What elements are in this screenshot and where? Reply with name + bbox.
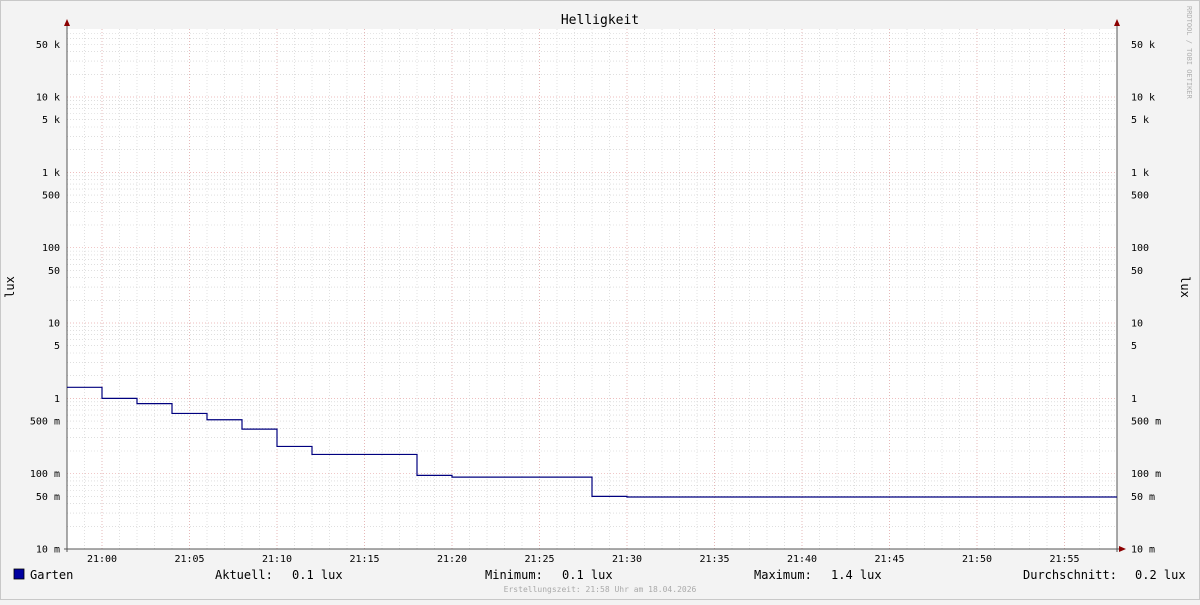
series-point: [626, 496, 628, 498]
x-tick-label: 21:55: [1049, 554, 1079, 565]
y-tick-label-right: 100: [1131, 243, 1149, 254]
series-point: [171, 413, 173, 415]
stat-current-label: Aktuell:: [215, 568, 273, 582]
series-point: [276, 446, 278, 448]
y-tick-label-right: 10 m: [1131, 545, 1155, 556]
stat-current-value: 0.1 lux: [292, 568, 343, 582]
x-tick-label: 21:45: [874, 554, 904, 565]
footer-timestamp: Erstellungszeit: 21:58 Uhr am 18.04.2026: [504, 585, 697, 594]
x-tick-label: 21:10: [262, 554, 292, 565]
x-tick-label: 21:05: [174, 554, 204, 565]
legend-color-box: [13, 568, 25, 580]
y-tick-label-right: 50 k: [1131, 40, 1155, 51]
y-axis-label-right: lux: [1178, 276, 1192, 298]
y-tick-label-left: 100: [42, 243, 60, 254]
x-tick-label: 21:50: [962, 554, 992, 565]
chart-canvas: 21:00 21:05 21:10 21:15 21:20 21:25 21:30 21:35…: [0, 0, 1200, 600]
grid: [67, 29, 1117, 550]
watermark: RRDTOOL / TOBI OETIKER: [1185, 6, 1193, 100]
series-point: [416, 475, 418, 477]
y-tick-label-right: 1 k: [1131, 168, 1149, 179]
series-point: [66, 387, 68, 389]
y-tick-label-right: 500 m: [1131, 417, 1161, 428]
series-point: [101, 398, 103, 400]
x-tick-label: 21:20: [437, 554, 467, 565]
series-point: [1116, 496, 1118, 498]
y-tick-label-right: 5 k: [1131, 115, 1149, 126]
y-tick-label-left: 500 m: [30, 417, 60, 428]
y-axis-label-left: lux: [3, 276, 17, 298]
y-tick-label-left: 100 m: [30, 469, 60, 480]
y-tick-label-left: 5: [54, 341, 60, 352]
stat-average-label: Durchschnitt:: [1023, 568, 1117, 582]
stat-minimum-label: Minimum:: [485, 568, 543, 582]
y-tick-label-right: 10 k: [1131, 93, 1155, 104]
y-tick-label-left: 50 m: [36, 492, 60, 503]
y-tick-label-right: 500: [1131, 191, 1149, 202]
y-tick-label-right: 10: [1131, 319, 1143, 330]
y-tick-label-right: 50: [1131, 266, 1143, 277]
series-point: [311, 454, 313, 456]
y-tick-label-left: 10 k: [36, 93, 60, 104]
y-tick-label-right: 5: [1131, 341, 1137, 352]
stat-average-value: 0.2 lux: [1135, 568, 1186, 582]
x-tick-label: 21:35: [699, 554, 729, 565]
stat-minimum-value: 0.1 lux: [562, 568, 613, 582]
chart-title: Helligkeit: [561, 13, 639, 28]
stat-maximum-value: 1.4 lux: [831, 568, 882, 582]
legend-series-name: Garten: [30, 568, 73, 582]
x-tick-label: 21:40: [787, 554, 817, 565]
y-tick-label-left: 10 m: [36, 545, 60, 556]
x-tick-label: 21:25: [524, 554, 554, 565]
y-tick-label-right: 1: [1131, 394, 1137, 405]
y-tick-label-left: 5 k: [42, 115, 60, 126]
helligkeit-chart: 21:00 21:05 21:10 21:15 21:20 21:25 21:30 21:35…: [0, 0, 1200, 600]
x-tick-label: 21:30: [612, 554, 642, 565]
y-tick-label-left: 1 k: [42, 168, 60, 179]
series-point: [591, 496, 593, 498]
series-point: [451, 476, 453, 478]
y-tick-label-left: 1: [54, 394, 60, 405]
x-tick-label: 21:00: [87, 554, 117, 565]
series-point: [241, 428, 243, 430]
y-tick-label-right: 50 m: [1131, 492, 1155, 503]
series-point: [136, 403, 138, 405]
y-tick-label-right: 100 m: [1131, 469, 1161, 480]
y-tick-label-left: 500: [42, 191, 60, 202]
y-tick-label-left: 50 k: [36, 40, 60, 51]
y-tick-label-left: 10: [48, 319, 60, 330]
x-tick-label: 21:15: [349, 554, 379, 565]
stat-maximum-label: Maximum:: [754, 568, 812, 582]
y-tick-label-left: 50: [48, 266, 60, 277]
series-point: [206, 419, 208, 421]
